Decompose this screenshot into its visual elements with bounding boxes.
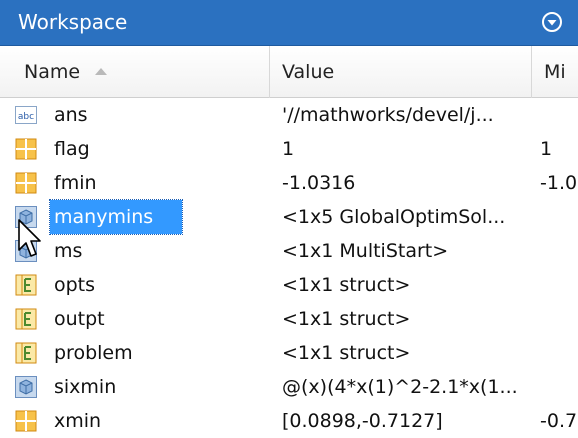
variable-name: fmin — [54, 172, 97, 194]
column-header-row: Name Value Mi — [0, 46, 578, 98]
variable-name: ans — [54, 104, 88, 126]
column-header-value[interactable]: Value — [270, 46, 532, 98]
panel-title: Workspace — [18, 10, 128, 34]
mouse-pointer-icon — [18, 219, 41, 257]
table-row[interactable]: ms <1x1 MultiStart> — [0, 234, 578, 268]
struct-icon — [15, 274, 37, 296]
variable-value: @(x)(4*x(1)^2-2.1*x(1... — [282, 376, 518, 398]
sort-ascending-icon — [95, 67, 108, 75]
variable-value: <1x1 struct> — [282, 342, 411, 364]
variable-value: <1x1 struct> — [282, 274, 411, 296]
variable-name: outpt — [54, 308, 105, 330]
workspace-title-bar: Workspace — [0, 0, 578, 46]
numeric-matrix-icon — [15, 410, 37, 432]
variable-name: problem — [54, 342, 133, 364]
table-row[interactable]: outpt <1x1 struct> — [0, 302, 578, 336]
table-row[interactable]: xmin [0.0898,-0.7127] -0.7 — [0, 404, 578, 438]
panel-actions-icon[interactable] — [540, 10, 564, 34]
column-header-min-label: Mi — [544, 61, 566, 83]
svg-text:abc: abc — [18, 112, 34, 122]
variable-name: opts — [54, 274, 96, 296]
table-row-selected[interactable]: manymins <1x5 GlobalOptimSol... — [0, 199, 578, 235]
variable-min: -1.0 — [540, 172, 578, 194]
variable-value: [0.0898,-0.7127] — [282, 410, 443, 432]
column-header-name-label: Name — [24, 61, 81, 83]
object-icon — [15, 376, 37, 398]
table-row[interactable]: sixmin @(x)(4*x(1)^2-2.1*x(1... — [0, 370, 578, 404]
variable-name: xmin — [54, 410, 102, 432]
variable-min — [540, 98, 578, 132]
variable-min — [540, 370, 578, 404]
variable-value: <1x5 GlobalOptimSol... — [282, 206, 506, 228]
variable-min — [540, 302, 578, 336]
variable-min: 1 — [540, 138, 553, 160]
variable-min — [540, 336, 578, 370]
table-row[interactable]: opts <1x1 struct> — [0, 268, 578, 302]
table-row[interactable]: fmin -1.0316 -1.0 — [0, 166, 578, 200]
struct-icon — [15, 342, 37, 364]
variable-value: <1x1 struct> — [282, 308, 411, 330]
column-header-value-label: Value — [282, 61, 335, 83]
table-row[interactable]: flag 1 1 — [0, 132, 578, 166]
variable-name: flag — [54, 138, 90, 160]
variable-value: 1 — [282, 138, 295, 160]
variable-min: -0.7 — [540, 410, 578, 432]
variable-name: manymins — [49, 199, 183, 235]
char-array-icon: abc — [15, 106, 37, 124]
numeric-matrix-icon — [15, 172, 37, 194]
variable-name: ms — [54, 240, 83, 262]
numeric-matrix-icon — [15, 138, 37, 160]
column-header-min[interactable]: Mi — [532, 46, 578, 98]
table-row[interactable]: abc ans '//mathworks/devel/j... — [0, 98, 578, 132]
variable-value: -1.0316 — [282, 172, 356, 194]
variable-value: <1x1 MultiStart> — [282, 240, 449, 262]
variable-name: sixmin — [54, 376, 117, 398]
variable-value: '//mathworks/devel/j... — [282, 104, 494, 126]
variable-min — [540, 234, 578, 268]
variable-min — [540, 268, 578, 302]
struct-icon — [15, 308, 37, 330]
variable-min — [540, 200, 578, 234]
table-row[interactable]: problem <1x1 struct> — [0, 336, 578, 370]
column-header-name[interactable]: Name — [0, 46, 270, 98]
